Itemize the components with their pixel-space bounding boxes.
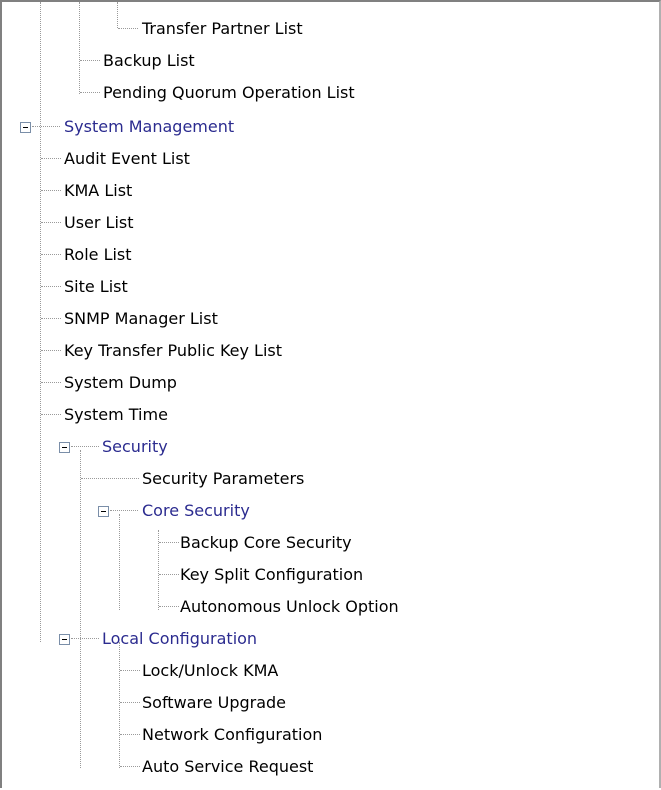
tree-item-security-parameters[interactable]: Security Parameters <box>2 464 659 496</box>
minus-box-icon[interactable] <box>59 442 70 453</box>
tree-item-software-upgrade[interactable]: Software Upgrade <box>2 688 659 720</box>
tree-item-system-dump[interactable]: System Dump <box>2 368 659 400</box>
tree-item-label: Software Upgrade <box>142 693 287 712</box>
tree-item-label: Security Parameters <box>142 469 305 488</box>
tree-item-label: Backup List <box>103 51 195 70</box>
tree-item-label: Auto Service Request <box>142 757 314 776</box>
tree-item-label: Key Split Configuration <box>180 565 364 584</box>
tree-item-label: Role List <box>64 245 132 264</box>
tree-connector-line <box>120 734 140 735</box>
tree-connector-line <box>81 478 139 479</box>
tree-item-label: Backup Core Security <box>180 533 352 552</box>
tree-item-backup-core-security[interactable]: Backup Core Security <box>2 528 659 560</box>
tree-item-label: Pending Quorum Operation List <box>103 83 355 102</box>
tree-connector-line <box>159 574 179 575</box>
tree-connector-line <box>41 222 61 223</box>
tree-connector-line <box>71 638 99 639</box>
tree-item-label: SNMP Manager List <box>64 309 218 328</box>
tree-item-label: Audit Event List <box>64 149 190 168</box>
tree-connector-line <box>118 28 138 29</box>
tree-connector-line <box>41 254 61 255</box>
tree-item-role-list[interactable]: Role List <box>2 240 659 272</box>
tree-connector-line <box>120 670 140 671</box>
tree-item-label: KMA List <box>64 181 133 200</box>
tree-item-security[interactable]: Security <box>2 432 659 464</box>
tree-item-core-security[interactable]: Core Security <box>2 496 659 528</box>
minus-box-icon[interactable] <box>98 506 109 517</box>
tree-item-pending-quorum-operation-list[interactable]: Pending Quorum Operation List <box>2 78 659 110</box>
tree-item-label: Transfer Partner List <box>142 19 303 38</box>
tree-item-label: System Time <box>64 405 168 424</box>
tree-connector-line <box>120 766 140 767</box>
tree-item-label: System Dump <box>64 373 177 392</box>
tree-connector-line <box>159 606 179 607</box>
tree-item-lock-unlock-kma[interactable]: Lock/Unlock KMA <box>2 656 659 688</box>
tree-item-local-configuration[interactable]: Local Configuration <box>2 624 659 656</box>
tree-connector-line <box>41 286 61 287</box>
tree-connector-line <box>159 542 179 543</box>
minus-box-icon[interactable] <box>20 122 31 133</box>
tree-item-backup-list[interactable]: Backup List <box>2 46 659 78</box>
tree-item-key-transfer-public-key-list[interactable]: Key Transfer Public Key List <box>2 336 659 368</box>
tree-item-key-split-configuration[interactable]: Key Split Configuration <box>2 560 659 592</box>
tree-item-auto-service-request[interactable]: Auto Service Request <box>2 752 659 784</box>
tree-item-system-time[interactable]: System Time <box>2 400 659 432</box>
tree-item-snmp-manager-list[interactable]: SNMP Manager List <box>2 304 659 336</box>
tree-connector-line <box>120 702 140 703</box>
tree-item-label: Security <box>102 437 168 456</box>
tree-connector-line <box>71 446 99 447</box>
tree-connector-line <box>41 190 61 191</box>
tree-item-label: Network Configuration <box>142 725 323 744</box>
minus-box-icon[interactable] <box>59 634 70 645</box>
tree-item-label: Autonomous Unlock Option <box>180 597 399 616</box>
tree-connector-line <box>110 510 138 511</box>
tree-connector-line <box>41 382 61 383</box>
tree-connector-line <box>80 60 100 61</box>
tree-item-system-management[interactable]: System Management <box>2 112 659 144</box>
tree-item-label: User List <box>64 213 134 232</box>
tree-connector-line <box>41 350 61 351</box>
tree-connector-line <box>41 158 61 159</box>
tree-item-label: Local Configuration <box>102 629 258 648</box>
tree-connector-line <box>41 414 61 415</box>
tree-item-network-configuration[interactable]: Network Configuration <box>2 720 659 752</box>
tree-item-label: System Management <box>64 117 235 136</box>
tree-connector-line <box>80 92 100 93</box>
tree-item-label: Core Security <box>142 501 250 520</box>
tree-connector-line <box>32 126 60 127</box>
navigation-tree-panel: Transfer Partner List Backup List Pendin… <box>0 0 661 788</box>
tree-item-kma-list[interactable]: KMA List <box>2 176 659 208</box>
tree-item-user-list[interactable]: User List <box>2 208 659 240</box>
tree-item-label: Lock/Unlock KMA <box>142 661 279 680</box>
tree-item-label: Key Transfer Public Key List <box>64 341 283 360</box>
tree-connector-line <box>41 318 61 319</box>
tree-item-audit-event-list[interactable]: Audit Event List <box>2 144 659 176</box>
tree-item-site-list[interactable]: Site List <box>2 272 659 304</box>
tree-item-label: Site List <box>64 277 128 296</box>
tree-item-autonomous-unlock-option[interactable]: Autonomous Unlock Option <box>2 592 659 624</box>
tree-item-transfer-partner-list[interactable]: Transfer Partner List <box>2 14 659 46</box>
